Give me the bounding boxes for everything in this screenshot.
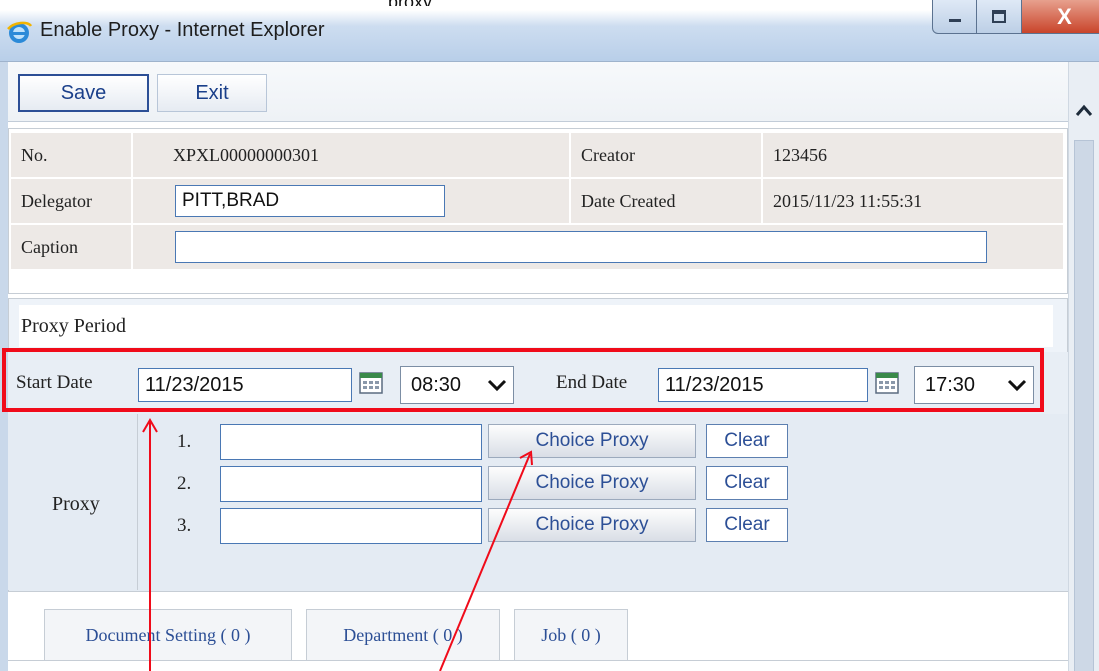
creator-value: 123456 [763, 133, 1063, 177]
clear-button-3[interactable]: Clear [706, 508, 788, 542]
close-icon[interactable]: X [1022, 0, 1099, 34]
date-created-value: 2015/11/23 11:55:31 [763, 179, 1063, 223]
exit-button[interactable]: Exit [157, 74, 267, 112]
annotation-highlight-box [2, 348, 1044, 412]
proxy-row-number: 2. [177, 473, 192, 494]
proxy-form: No. XPXL00000000301 Creator 123456 Deleg… [8, 128, 1068, 294]
date-created-label: Date Created [571, 179, 761, 223]
no-label: No. [11, 133, 131, 177]
caption-field[interactable] [175, 231, 987, 263]
proxy-period-title: Proxy Period [19, 305, 1053, 347]
clear-button-1[interactable]: Clear [706, 424, 788, 458]
proxy-period-section: Proxy Period [8, 298, 1068, 354]
choice-proxy-button-1[interactable]: Choice Proxy [488, 424, 696, 458]
delegator-label: Delegator [11, 179, 131, 223]
save-button[interactable]: Save [18, 74, 149, 112]
window-title: Enable Proxy - Internet Explorer [40, 19, 325, 41]
no-value: XPXL00000000301 [133, 133, 569, 177]
title-bar: proxy Enable Proxy - Internet Explorer X [0, 0, 1099, 62]
proxy-input-2[interactable] [220, 466, 482, 502]
close-glyph: X [1057, 3, 1072, 29]
proxy-input-1[interactable] [220, 424, 482, 460]
proxy-input-3[interactable] [220, 508, 482, 544]
title-fragment: proxy [388, 0, 528, 6]
choice-proxy-button-2[interactable]: Choice Proxy [488, 466, 696, 500]
maximize-icon[interactable] [977, 0, 1022, 34]
toolbar: Save Exit [8, 62, 1068, 122]
scroll-up-icon[interactable] [1071, 96, 1097, 126]
creator-label: Creator [571, 133, 761, 177]
tab-document-setting[interactable]: Document Setting ( 0 ) [44, 609, 292, 661]
caption-label: Caption [11, 225, 131, 269]
choice-proxy-button-3[interactable]: Choice Proxy [488, 508, 696, 542]
scroll-thumb[interactable] [1074, 140, 1094, 671]
minimize-icon[interactable] [932, 0, 977, 34]
proxy-row-number: 3. [177, 515, 192, 536]
tab-job[interactable]: Job ( 0 ) [514, 609, 628, 661]
clear-button-2[interactable]: Clear [706, 466, 788, 500]
delegator-field[interactable]: PITT,BRAD [175, 185, 445, 217]
proxy-label: Proxy [52, 493, 100, 515]
tab-department[interactable]: Department ( 0 ) [306, 609, 500, 661]
proxy-row-number: 1. [177, 431, 192, 452]
ie-icon [7, 21, 32, 43]
window-controls: X [932, 0, 1099, 40]
tab-divider [8, 660, 1068, 661]
